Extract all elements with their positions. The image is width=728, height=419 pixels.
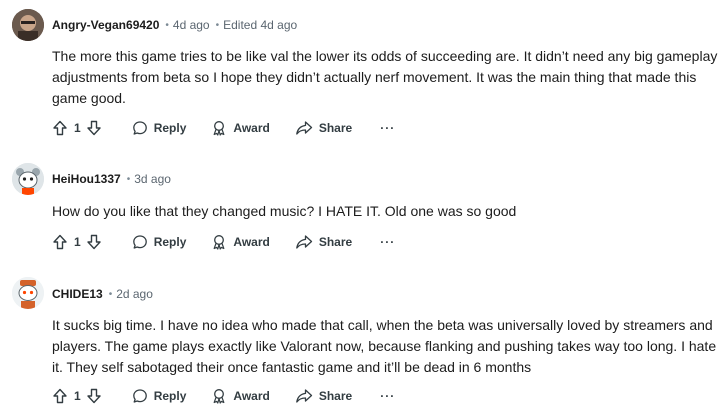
upvote-icon: [53, 120, 67, 136]
reply-label: Reply: [153, 389, 187, 403]
comment-body: The more this game tries to be like val …: [52, 48, 718, 106]
reply-button[interactable]: Reply: [132, 120, 187, 136]
downvote-icon: [86, 120, 101, 136]
share-button[interactable]: Share: [295, 120, 352, 136]
downvote-button[interactable]: [86, 234, 102, 250]
upvote-button[interactable]: [52, 388, 68, 404]
vote-count: 1: [74, 389, 81, 403]
award-button[interactable]: Award: [211, 234, 270, 250]
separator: •: [165, 19, 169, 31]
author-name[interactable]: Angry-Vegan69420: [52, 18, 159, 32]
share-label: Share: [318, 389, 353, 403]
vote-count: 1: [74, 235, 81, 249]
reply-button[interactable]: Reply: [132, 234, 187, 250]
more-options-button[interactable]: ···: [380, 121, 395, 135]
comment-body: It sucks big time. I have no idea who ma…: [52, 317, 717, 375]
share-label: Share: [318, 235, 353, 249]
award-label: Award: [233, 389, 270, 403]
avatar[interactable]: [12, 163, 44, 195]
vote-count: 1: [74, 121, 81, 135]
comment-meta: CHIDE13 • 2d ago: [52, 284, 153, 304]
award-icon: [213, 235, 225, 250]
timestamp: 3d ago: [134, 172, 171, 186]
edited-label: Edited 4d ago: [223, 18, 298, 32]
award-label: Award: [233, 121, 270, 135]
separator: •: [215, 19, 220, 31]
reply-label: Reply: [153, 235, 187, 249]
award-button[interactable]: Award: [211, 388, 270, 404]
award-button[interactable]: Award: [211, 120, 270, 136]
share-icon: [295, 235, 312, 249]
downvote-icon: [86, 234, 101, 250]
reply-button[interactable]: Reply: [132, 388, 187, 404]
share-button[interactable]: Share: [295, 234, 352, 250]
timestamp: 4d ago: [172, 18, 210, 32]
comment-actions: 1 Reply Award Share ···: [52, 384, 395, 408]
award-label: Award: [233, 235, 270, 249]
award-icon: [213, 389, 225, 404]
more-options-button[interactable]: ···: [380, 235, 395, 249]
comment-meta: Angry-Vegan69420 • 4d ago • Edited 4d ag…: [52, 15, 297, 35]
more-options-button[interactable]: ···: [380, 389, 395, 403]
author-name[interactable]: CHIDE13: [52, 287, 103, 301]
downvote-icon: [86, 388, 101, 404]
avatar[interactable]: [12, 9, 44, 41]
share-label: Share: [318, 121, 353, 135]
upvote-icon: [53, 388, 67, 404]
share-button[interactable]: Share: [295, 388, 352, 404]
share-icon: [295, 389, 312, 403]
author-name[interactable]: HeiHou1337: [52, 172, 121, 186]
downvote-button[interactable]: [86, 388, 102, 404]
separator: •: [126, 173, 131, 185]
comment-actions: 1 Reply Award Share ···: [52, 230, 395, 254]
separator: •: [108, 288, 113, 300]
timestamp: 2d ago: [116, 287, 153, 301]
comment-actions: 1 Reply Award Share ···: [52, 116, 395, 140]
award-icon: [213, 121, 225, 136]
reply-label: Reply: [153, 121, 187, 135]
comment-bubble-icon: [132, 121, 147, 135]
upvote-button[interactable]: [52, 120, 68, 136]
share-icon: [295, 121, 312, 135]
upvote-button[interactable]: [52, 234, 68, 250]
comment-bubble-icon: [132, 389, 147, 403]
upvote-icon: [53, 234, 67, 250]
avatar[interactable]: [12, 277, 44, 309]
comment-body: How do you like that they changed music?…: [52, 203, 517, 219]
comment-meta: HeiHou1337 • 3d ago: [52, 169, 171, 189]
comment-bubble-icon: [132, 235, 147, 249]
downvote-button[interactable]: [86, 120, 102, 136]
